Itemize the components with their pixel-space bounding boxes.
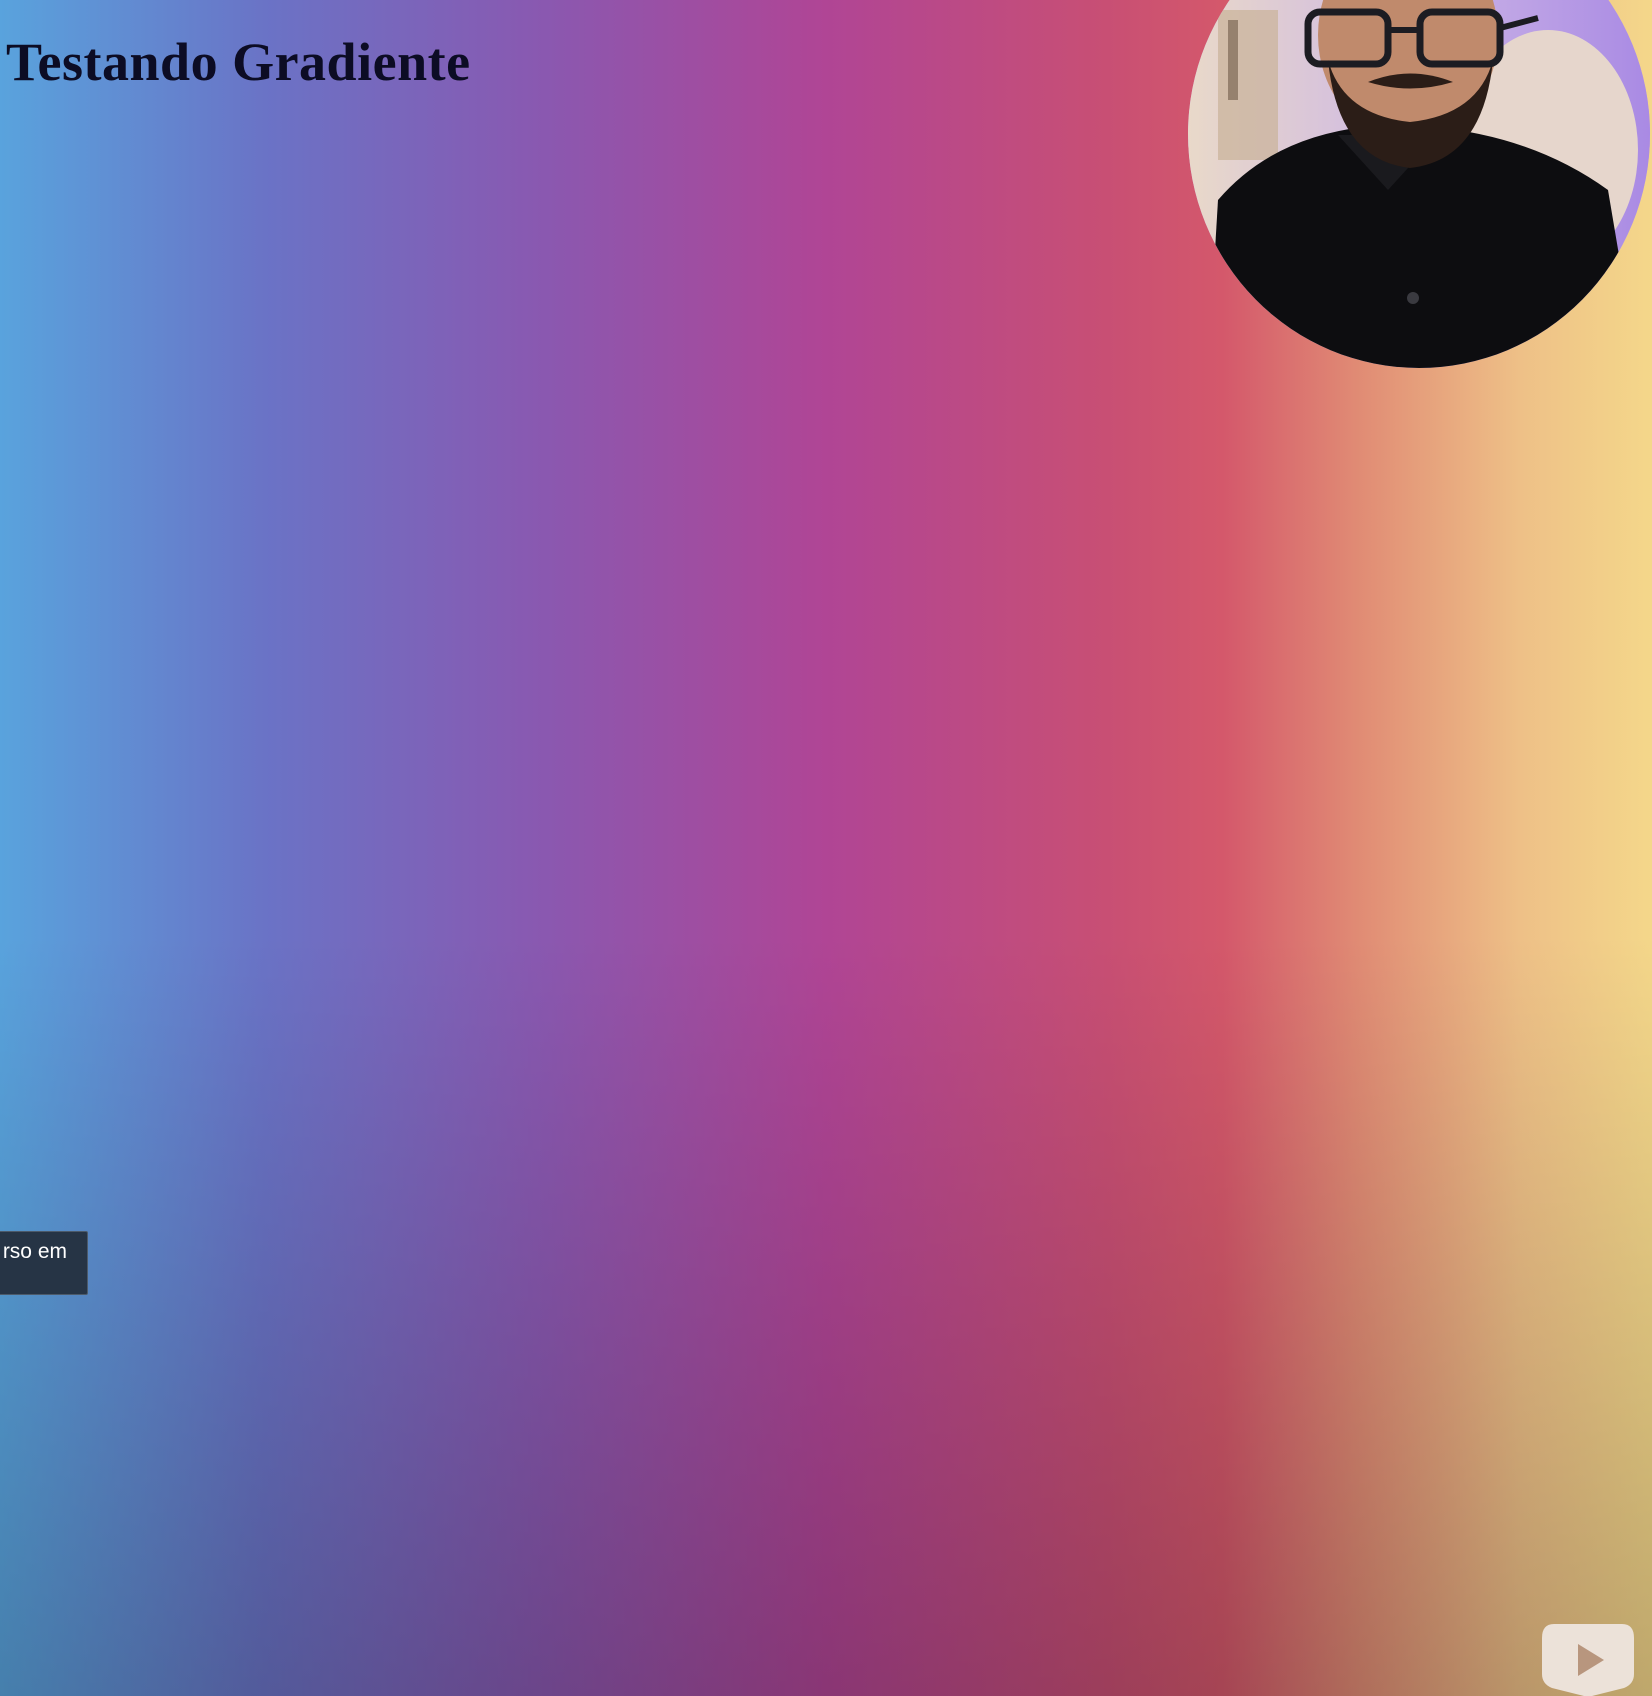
page-title: Testando Gradiente — [6, 32, 471, 92]
play-button[interactable] — [1540, 1622, 1636, 1696]
play-icon — [1542, 1624, 1634, 1696]
tooltip-text: rso em — [2, 1240, 67, 1263]
tooltip: rso em — [0, 1231, 88, 1295]
